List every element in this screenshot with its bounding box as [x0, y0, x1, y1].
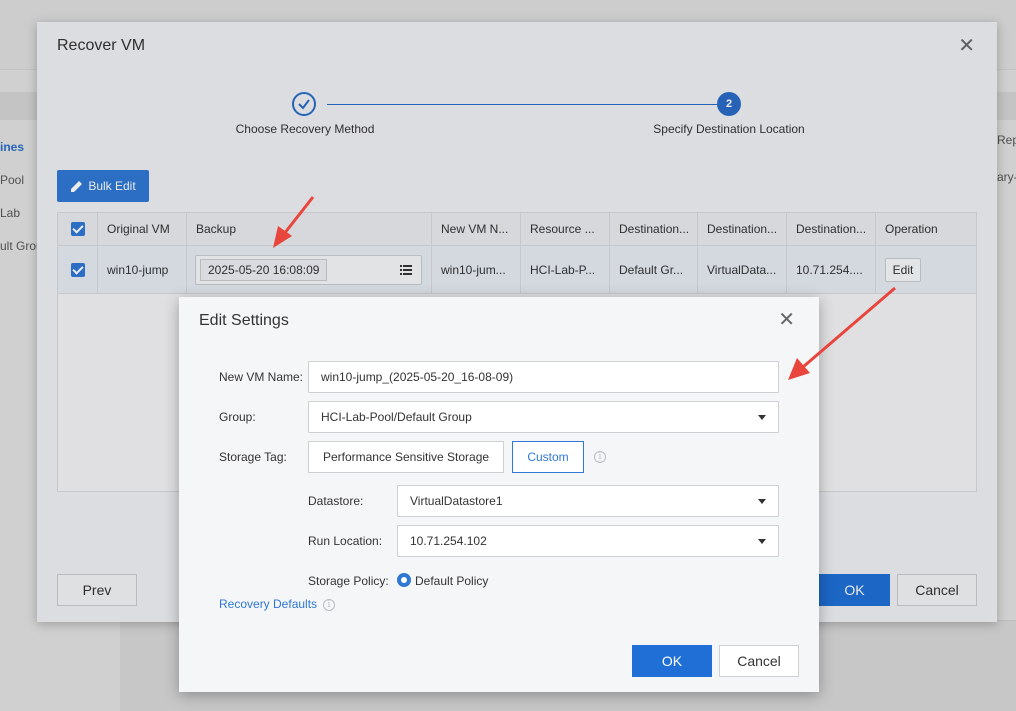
- chevron-down-icon: [758, 539, 766, 544]
- edit-settings-dialog: Edit Settings ✕ New VM Name: win10-jump_…: [179, 297, 819, 692]
- storage-policy-label: Storage Policy:: [308, 574, 389, 588]
- group-select[interactable]: HCI-Lab-Pool/Default Group: [308, 401, 779, 433]
- storage-policy-radio[interactable]: [397, 573, 411, 587]
- info-icon[interactable]: i: [594, 451, 606, 463]
- chevron-down-icon: [758, 415, 766, 420]
- storage-tag-custom[interactable]: Custom: [512, 441, 584, 473]
- new-vm-name-input[interactable]: win10-jump_(2025-05-20_16-08-09): [308, 361, 779, 393]
- new-vm-name-label: New VM Name:: [219, 370, 304, 384]
- cancel-button[interactable]: Cancel: [719, 645, 799, 677]
- storage-tag-performance[interactable]: Performance Sensitive Storage: [308, 441, 504, 473]
- storage-policy-value: Default Policy: [415, 574, 489, 588]
- datastore-label: Datastore:: [308, 494, 364, 508]
- group-label: Group:: [219, 410, 256, 424]
- edit-settings-title: Edit Settings: [199, 312, 289, 329]
- chevron-down-icon: [758, 499, 766, 504]
- group-value: HCI-Lab-Pool/Default Group: [321, 410, 472, 424]
- recovery-defaults-link[interactable]: Recovery Defaults: [219, 597, 317, 611]
- run-location-label: Run Location:: [308, 534, 383, 548]
- run-location-value: 10.71.254.102: [410, 534, 487, 548]
- run-location-select[interactable]: 10.71.254.102: [397, 525, 779, 557]
- datastore-select[interactable]: VirtualDatastore1: [397, 485, 779, 517]
- datastore-value: VirtualDatastore1: [410, 494, 503, 508]
- storage-tag-label: Storage Tag:: [219, 450, 287, 464]
- close-icon[interactable]: ✕: [778, 310, 795, 330]
- info-icon[interactable]: i: [323, 599, 335, 611]
- ok-button[interactable]: OK: [632, 645, 712, 677]
